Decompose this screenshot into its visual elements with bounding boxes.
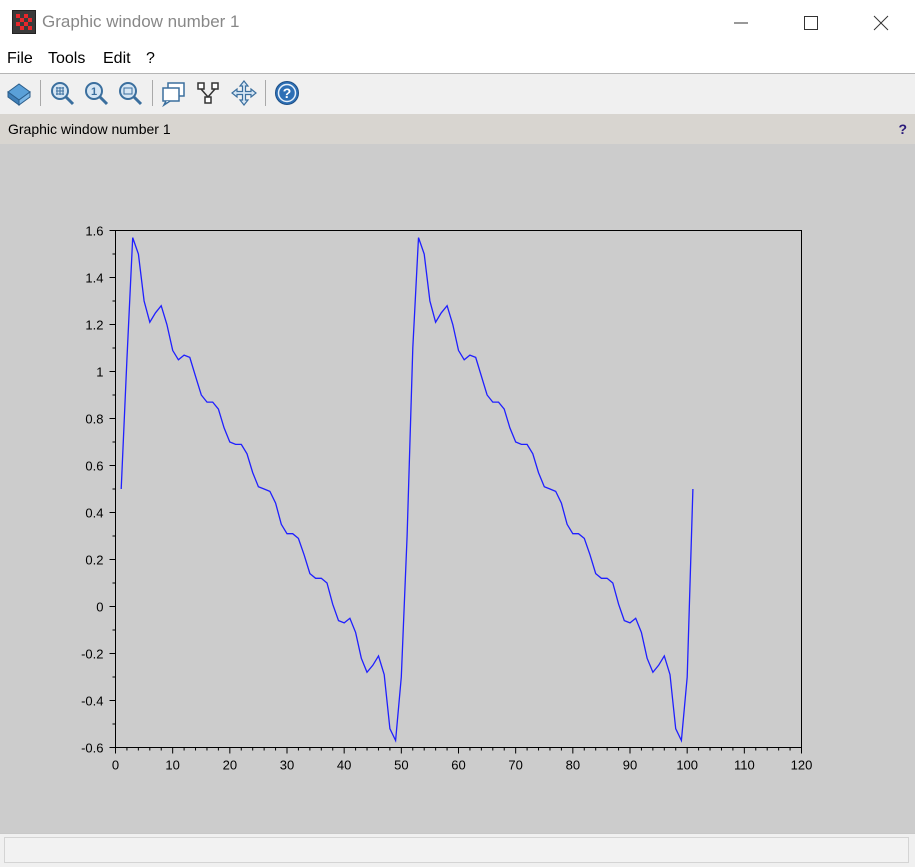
datatip-select-icon bbox=[197, 82, 219, 104]
zoom-in-button[interactable]: 1 bbox=[82, 79, 110, 107]
maximize-button[interactable] bbox=[788, 8, 834, 38]
y-tick-label: 0 bbox=[96, 600, 103, 615]
toolbar-separator bbox=[40, 80, 41, 106]
datatip-icon bbox=[162, 82, 185, 108]
plot-area bbox=[115, 230, 802, 748]
x-tick-label: 30 bbox=[280, 758, 294, 773]
x-tick-label: 20 bbox=[223, 758, 237, 773]
x-tick-label: 0 bbox=[112, 758, 119, 773]
toolbar: 1 ? bbox=[0, 74, 915, 114]
datatip-button[interactable] bbox=[160, 79, 188, 108]
y-tick-label: 1.6 bbox=[85, 224, 103, 239]
x-axis: 0 10 20 30 40 50 60 70 80 90 100 110 120 bbox=[112, 747, 813, 773]
svg-text:?: ? bbox=[283, 85, 292, 101]
x-tick-label: 40 bbox=[337, 758, 351, 773]
y-tick-label: -0.4 bbox=[81, 694, 103, 709]
y-tick-label: 0.4 bbox=[85, 506, 103, 521]
close-button[interactable] bbox=[858, 8, 904, 38]
status-field bbox=[4, 837, 909, 863]
svg-text:1: 1 bbox=[91, 86, 97, 98]
graphic-canvas[interactable]: 0 10 20 30 40 50 60 70 80 90 100 110 120 -0.6 -0.4 -0.… bbox=[0, 144, 915, 833]
status-bar bbox=[0, 833, 915, 867]
y-tick-label: -0.2 bbox=[81, 647, 103, 662]
toolbar-separator bbox=[265, 80, 266, 106]
y-tick-label: 0.6 bbox=[85, 459, 103, 474]
x-tick-label: 70 bbox=[508, 758, 522, 773]
rotate-3d-button[interactable] bbox=[5, 79, 33, 107]
y-axis: -0.6 -0.4 -0.2 0 0.2 0.4 0.6 0.8 1 1.2 1.4 1.6 bbox=[81, 224, 116, 756]
y-tick-label: 0.8 bbox=[85, 412, 103, 427]
x-tick-label: 110 bbox=[734, 758, 755, 773]
y-tick-label: 1.2 bbox=[85, 318, 103, 333]
zoom-in-icon: 1 bbox=[85, 82, 109, 106]
zoom-out-button[interactable] bbox=[116, 79, 144, 107]
data-series-line bbox=[120, 237, 694, 743]
zoom-out-icon bbox=[119, 82, 143, 106]
x-tick-label: 90 bbox=[623, 758, 637, 773]
scilab-graphic-icon bbox=[12, 10, 36, 34]
help-button[interactable]: ? bbox=[273, 79, 301, 107]
zoom-area-icon bbox=[51, 82, 75, 106]
x-tick-label: 100 bbox=[676, 758, 698, 773]
pan-button[interactable] bbox=[230, 79, 258, 107]
x-tick-label: 120 bbox=[791, 758, 813, 773]
rotate-3d-icon bbox=[7, 83, 31, 106]
y-tick-label: 1 bbox=[96, 365, 103, 380]
minimize-icon bbox=[734, 22, 748, 24]
menu-bar: File Tools Edit ? bbox=[0, 44, 915, 74]
maximize-icon bbox=[804, 16, 818, 30]
x-tick-label: 10 bbox=[165, 758, 179, 773]
menu-help[interactable]: ? bbox=[146, 50, 155, 68]
line-chart: 0 10 20 30 40 50 60 70 80 90 100 110 120 -0.6-0.4-0.… bbox=[81, 224, 813, 773]
datatip-select-button[interactable] bbox=[195, 79, 223, 107]
pan-icon bbox=[231, 80, 257, 106]
x-tick-label: 50 bbox=[394, 758, 408, 773]
y-tick-label: -0.6 bbox=[81, 741, 103, 756]
info-bar: Graphic window number 1 ? bbox=[0, 114, 915, 144]
window-title: Graphic window number 1 bbox=[42, 12, 240, 31]
toolbar-separator bbox=[152, 80, 153, 106]
info-bar-label: Graphic window number 1 bbox=[8, 121, 171, 137]
x-tick-label: 60 bbox=[451, 758, 465, 773]
menu-file[interactable]: File bbox=[7, 50, 33, 68]
y-tick-label: 0.2 bbox=[85, 553, 103, 568]
menu-edit[interactable]: Edit bbox=[103, 50, 131, 68]
x-tick-label: 80 bbox=[566, 758, 580, 773]
menu-tools[interactable]: Tools bbox=[48, 50, 85, 68]
zoom-area-button[interactable] bbox=[48, 79, 76, 107]
minimize-button[interactable] bbox=[718, 8, 764, 38]
title-bar: Graphic window number 1 bbox=[0, 0, 915, 44]
info-help-button[interactable]: ? bbox=[898, 121, 907, 137]
help-icon: ? bbox=[275, 81, 299, 105]
y-tick-label: 1.4 bbox=[85, 271, 103, 286]
close-icon bbox=[873, 15, 889, 31]
